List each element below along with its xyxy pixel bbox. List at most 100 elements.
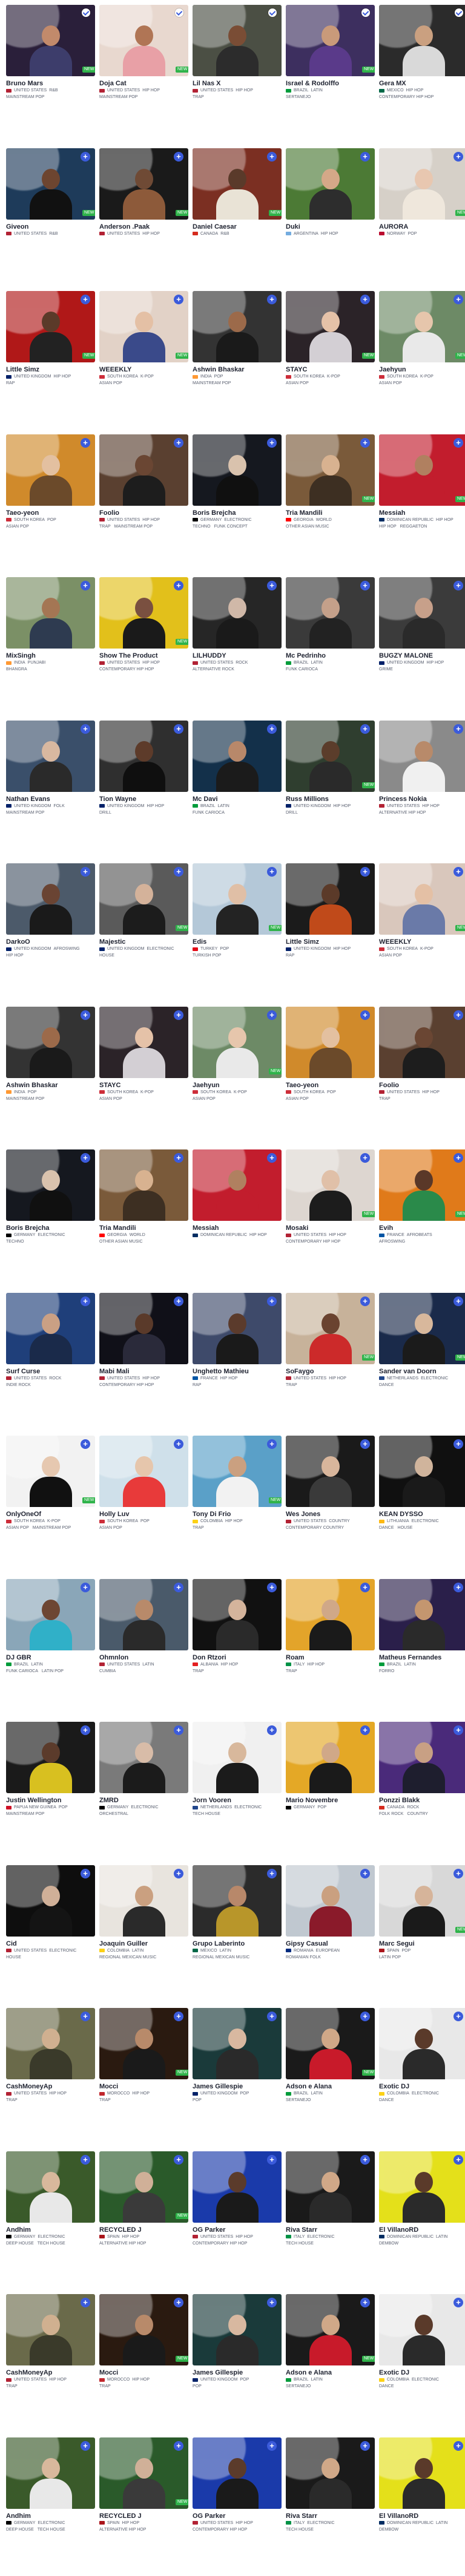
artist-card[interactable]: + NEW Adson e Alana BRAZIL LATIN SERTANEJO <box>286 2289 375 2433</box>
artist-card[interactable]: NEW Israel & Rodolffo BRAZIL LATIN SERTANEJO <box>286 0 375 143</box>
followed-check-icon[interactable] <box>175 8 183 17</box>
artist-card[interactable]: + Justin Wellington PAPUA NEW GUINEA POP MAI… <box>6 1717 95 1860</box>
artist-photo[interactable] <box>379 5 465 76</box>
artist-name[interactable]: Majestic <box>99 938 188 946</box>
artist-card[interactable]: + NEW Mocci MOROCCO HIP HOP TRAP <box>99 2003 188 2146</box>
add-artist-icon[interactable]: + <box>81 151 90 162</box>
artist-name[interactable]: Little Simz <box>6 366 95 373</box>
artist-name[interactable]: Messiah <box>193 1224 282 1232</box>
artist-card[interactable]: + NEW Giveon UNITED STATES R&B <box>6 143 95 287</box>
artist-photo[interactable] <box>379 1149 465 1221</box>
artist-name[interactable]: El VillanoRD <box>379 2226 465 2234</box>
add-artist-icon[interactable]: + <box>81 2012 90 2021</box>
artist-photo[interactable] <box>379 2294 465 2365</box>
artist-name[interactable]: Riva Starr <box>286 2226 375 2234</box>
add-artist-icon[interactable]: + <box>174 1010 183 1020</box>
add-artist-icon[interactable]: + <box>267 1153 277 1163</box>
artist-name[interactable]: Adson e Alana <box>286 2369 375 2376</box>
add-artist-icon[interactable]: + <box>174 2298 183 2307</box>
artist-name[interactable]: Mosaki <box>286 1224 375 1232</box>
add-artist-icon[interactable]: + <box>81 581 90 590</box>
add-artist-icon[interactable]: + <box>174 1868 183 1878</box>
artist-card[interactable]: + Boris Brejcha GERMANY ELECTRONIC TECHNO FUN… <box>193 430 282 573</box>
add-artist-icon[interactable]: + <box>360 295 370 304</box>
add-artist-icon[interactable]: + <box>453 1725 463 1735</box>
artist-name[interactable]: Tria Mandili <box>286 509 375 517</box>
artist-card[interactable]: + KEAN DYSSO LITHUANIA ELECTRONIC DANCE HOUSE <box>379 1431 465 1574</box>
artist-name[interactable]: Gera MX <box>379 80 465 87</box>
artist-name[interactable]: Matheus Fernandes <box>379 1654 465 1661</box>
artist-name[interactable]: DJ GBR <box>6 1654 95 1661</box>
artist-card[interactable]: + Duki ARGENTINA HIP HOP <box>286 143 375 287</box>
artist-card[interactable]: + Andhim GERMANY ELECTRONIC DEEP HOUSE TECH H… <box>6 2146 95 2290</box>
artist-card[interactable]: + CashMoneyAp UNITED STATES HIP HOP TRAP <box>6 2289 95 2433</box>
add-artist-icon[interactable]: + <box>360 724 370 734</box>
add-artist-icon[interactable]: + <box>360 2298 370 2307</box>
add-artist-icon[interactable]: + <box>81 1868 90 1878</box>
artist-card[interactable]: + NEW Mocci MOROCCO HIP HOP TRAP <box>99 2289 188 2433</box>
add-artist-icon[interactable]: + <box>174 437 183 448</box>
followed-check-icon[interactable] <box>361 8 370 17</box>
add-artist-icon[interactable]: + <box>174 2012 183 2021</box>
add-artist-icon[interactable]: + <box>174 2440 183 2451</box>
artist-card[interactable]: + NEW RECYCLED J SPAIN HIP HOP ALTERNATIVE HI… <box>99 2146 188 2290</box>
artist-name[interactable]: Ponzzi Blakk <box>379 1797 465 1804</box>
artist-card[interactable]: NEW Doja Cat UNITED STATES HIP HOP MAINSTREA… <box>99 0 188 143</box>
add-artist-icon[interactable]: + <box>267 295 277 304</box>
artist-card[interactable]: + NEW Russ Millions UNITED KINGDOM HIP HOP DR… <box>286 716 375 859</box>
add-artist-icon[interactable]: + <box>360 2012 370 2021</box>
add-artist-icon[interactable]: + <box>360 1296 370 1306</box>
artist-name[interactable]: Surf Curse <box>6 1368 95 1375</box>
add-artist-icon[interactable]: + <box>267 1582 277 1592</box>
artist-name[interactable]: Mocci <box>99 2083 188 2090</box>
artist-card[interactable]: + Matheus Fernandes BRAZIL LATIN FORRO <box>379 1574 465 1718</box>
add-artist-icon[interactable]: + <box>453 1010 463 1020</box>
artist-name[interactable]: WEEEKLY <box>379 938 465 946</box>
artist-name[interactable]: BUGZY MALONE <box>379 652 465 659</box>
artist-card[interactable]: + Cid UNITED STATES ELECTRONIC HOUSE <box>6 1860 95 2004</box>
artist-photo[interactable] <box>379 863 465 935</box>
add-artist-icon[interactable]: + <box>453 581 463 590</box>
artist-card[interactable]: + NEW JaehyunSOUTH KOREAK-POP ASIAN POP <box>379 286 465 430</box>
artist-card[interactable]: + NEW Tony Di Frio COLOMBIA HIP HOP TRAP <box>193 1431 282 1574</box>
add-artist-icon[interactable]: + <box>360 151 370 162</box>
add-artist-icon[interactable]: + <box>174 1725 183 1735</box>
artist-card[interactable]: + Mc Pedrinho BRAZIL LATIN FUNK CARIOCA <box>286 572 375 716</box>
add-artist-icon[interactable]: + <box>174 867 183 877</box>
artist-card[interactable]: + El VillanoRD DOMINICAN REPUBLIC LATIN DEMB… <box>379 2433 465 2576</box>
artist-name[interactable]: Mario Novembre <box>286 1797 375 1804</box>
followed-check-icon[interactable] <box>268 8 277 17</box>
artist-name[interactable]: Gipsy Casual <box>286 1940 375 1947</box>
artist-card[interactable]: + Wes Jones UNITED STATES COUNTRY CONTEMPORA… <box>286 1431 375 1574</box>
artist-photo[interactable] <box>379 577 465 649</box>
artist-card[interactable]: + ZMRD GERMANY ELECTRONIC ORCHESTRAL <box>99 1717 188 1860</box>
artist-name[interactable]: STAYC <box>99 1082 188 1089</box>
artist-name[interactable]: CashMoneyAp <box>6 2369 95 2376</box>
artist-name[interactable]: WEEEKLY <box>99 366 188 373</box>
artist-card[interactable]: + Grupo Laberinto MEXICO LATIN REGIONAL MEXI… <box>193 1860 282 2004</box>
artist-name[interactable]: Andhim <box>6 2512 95 2520</box>
add-artist-icon[interactable]: + <box>360 1439 370 1449</box>
artist-name[interactable]: Messiah <box>379 509 465 517</box>
add-artist-icon[interactable]: + <box>453 1439 463 1449</box>
artist-name[interactable]: James Gillespie <box>193 2083 282 2090</box>
add-artist-icon[interactable]: + <box>81 295 90 304</box>
artist-name[interactable]: Mocci <box>99 2369 188 2376</box>
artist-name[interactable]: Russ Millions <box>286 796 375 803</box>
artist-name[interactable]: KEAN DYSSO <box>379 1511 465 1518</box>
add-artist-icon[interactable]: + <box>174 1582 183 1592</box>
artist-card[interactable]: + Taeo-yeon SOUTH KOREA POP ASIAN POP <box>6 430 95 573</box>
artist-card[interactable]: + CashMoneyAp UNITED STATES HIP HOP TRAP <box>6 2003 95 2146</box>
artist-card[interactable]: + Mario Novembre GERMANY POP <box>286 1717 375 1860</box>
add-artist-icon[interactable]: + <box>267 1439 277 1449</box>
artist-card[interactable]: + Princess Nokia UNITED STATES HIP HOP ALTER… <box>379 716 465 859</box>
artist-card[interactable]: + Messiah DOMINICAN REPUBLIC HIP HOP <box>193 1145 282 1288</box>
artist-photo[interactable] <box>379 434 465 506</box>
add-artist-icon[interactable]: + <box>81 2154 90 2165</box>
artist-name[interactable]: Sander van Doorn <box>379 1368 465 1375</box>
artist-photo[interactable] <box>379 2008 465 2079</box>
artist-card[interactable]: + Unghetto Mathieu FRANCE HIP HOP RAP <box>193 1288 282 1431</box>
artist-card[interactable]: + NEW Majestic UNITED KINGDOM ELECTRONIC HOUS… <box>99 858 188 1002</box>
artist-name[interactable]: Israel & Rodolffo <box>286 80 375 87</box>
artist-name[interactable]: Andhim <box>6 2226 95 2234</box>
